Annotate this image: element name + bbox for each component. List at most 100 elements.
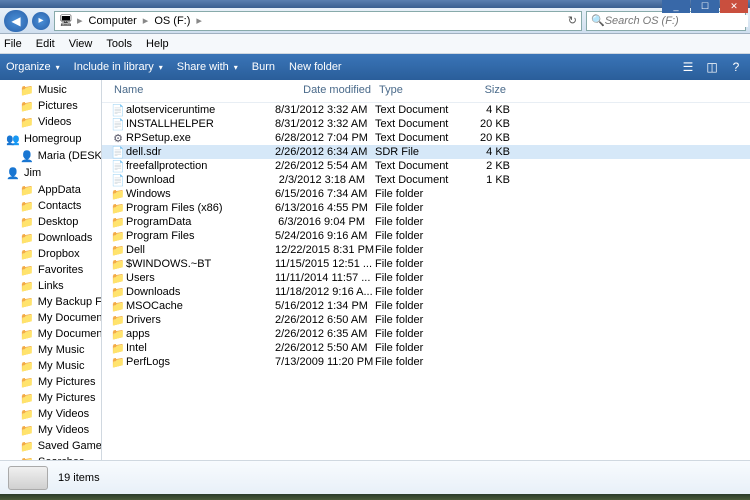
sidebar-item-mypics[interactable]: My Pictures: [0, 374, 101, 390]
burn-button[interactable]: Burn: [252, 61, 275, 73]
file-row[interactable]: Dell12/22/2015 8:31 PMFile folder: [102, 243, 750, 257]
folder-icon: [20, 311, 34, 325]
file-row[interactable]: Program Files (x86)6/13/2016 4:55 PMFile…: [102, 201, 750, 215]
file-type: File folder: [375, 188, 455, 200]
sidebar-item-mymusic[interactable]: My Music: [0, 342, 101, 358]
file-date: 6/28/2012 7:04 PM: [275, 132, 375, 144]
col-size[interactable]: Size: [455, 82, 510, 98]
new-folder-button[interactable]: New folder: [289, 61, 342, 73]
sidebar-item-maria[interactable]: Maria (DESKTOP: [0, 148, 101, 164]
file-row[interactable]: Windows6/15/2016 7:34 AMFile folder: [102, 187, 750, 201]
file-row[interactable]: $WINDOWS.~BT11/15/2015 12:51 ...File fol…: [102, 257, 750, 271]
desktop-background: [0, 494, 750, 500]
file-name: Downloads: [126, 286, 275, 298]
sidebar-item-videos[interactable]: Videos: [0, 114, 101, 130]
file-row[interactable]: Downloads11/18/2012 9:16 A...File folder: [102, 285, 750, 299]
organize-button[interactable]: Organize: [6, 61, 60, 73]
view-options-icon[interactable]: ☰: [680, 59, 696, 75]
sidebar-item-links[interactable]: Links: [0, 278, 101, 294]
file-name: ProgramData: [126, 216, 275, 228]
help-icon[interactable]: ?: [728, 59, 744, 75]
address-bar[interactable]: ▸ Computer ▸ OS (F:) ▸ ↻: [54, 11, 582, 31]
sidebar-item-mydocs2[interactable]: My Documents: [0, 326, 101, 342]
sidebar-item-contacts[interactable]: Contacts: [0, 198, 101, 214]
sidebar-item-myvids[interactable]: My Videos: [0, 406, 101, 422]
folder-icon: [20, 391, 34, 405]
file-row[interactable]: dell.sdr2/26/2012 6:34 AMSDR File4 KB: [102, 145, 750, 159]
col-name[interactable]: Name: [110, 82, 275, 98]
sidebar-group-jim[interactable]: Jim: [0, 164, 101, 182]
sidebar-item-music[interactable]: Music: [0, 82, 101, 98]
share-with-button[interactable]: Share with: [177, 61, 238, 73]
sidebar-item-myvids2[interactable]: My Videos: [0, 422, 101, 438]
folder-icon: [20, 279, 34, 293]
sidebar-item-savedgames[interactable]: Saved Games: [0, 438, 101, 454]
folder-icon: [110, 258, 126, 271]
file-type: File folder: [375, 230, 455, 242]
folder-icon: [110, 328, 126, 341]
file-name: dell.sdr: [126, 146, 275, 158]
file-icon: [110, 118, 126, 131]
maximize-button[interactable]: ☐: [691, 0, 719, 13]
preview-pane-icon[interactable]: ◫: [704, 59, 720, 75]
col-date[interactable]: Date modified: [275, 82, 375, 98]
sidebar-item-mymusic2[interactable]: My Music: [0, 358, 101, 374]
file-name: Intel: [126, 342, 275, 354]
menu-help[interactable]: Help: [146, 38, 169, 50]
file-row[interactable]: Download2/3/2012 3:18 AMText Document1 K…: [102, 173, 750, 187]
folder-icon: [110, 342, 126, 355]
sidebar-item-dropbox[interactable]: Dropbox: [0, 246, 101, 262]
file-row[interactable]: PerfLogs7/13/2009 11:20 PMFile folder: [102, 355, 750, 369]
sidebar-item-mybackup[interactable]: My Backup Files: [0, 294, 101, 310]
file-date: 11/11/2014 11:57 ...: [275, 272, 375, 284]
search-input[interactable]: [605, 15, 748, 27]
nav-bar: ◀ ▸ ▸ Computer ▸ OS (F:) ▸ ↻ 🔍: [0, 8, 750, 34]
file-row[interactable]: Users11/11/2014 11:57 ...File folder: [102, 271, 750, 285]
sidebar-item-pictures[interactable]: Pictures: [0, 98, 101, 114]
folder-icon: [110, 244, 126, 257]
menu-view[interactable]: View: [69, 38, 93, 50]
file-row[interactable]: Program Files5/24/2016 9:16 AMFile folde…: [102, 229, 750, 243]
file-type: File folder: [375, 286, 455, 298]
include-library-button[interactable]: Include in library: [74, 61, 163, 73]
sidebar-item-appdata[interactable]: AppData: [0, 182, 101, 198]
folder-icon: [20, 263, 34, 277]
folder-icon: [110, 314, 126, 327]
minimize-button[interactable]: _: [662, 0, 690, 13]
file-row[interactable]: Intel2/26/2012 5:50 AMFile folder: [102, 341, 750, 355]
sidebar-item-downloads[interactable]: Downloads: [0, 230, 101, 246]
file-row[interactable]: Drivers2/26/2012 6:50 AMFile folder: [102, 313, 750, 327]
drive-icon: [8, 466, 48, 490]
search-box[interactable]: 🔍: [586, 11, 746, 31]
file-row[interactable]: ProgramData6/3/2016 9:04 PMFile folder: [102, 215, 750, 229]
menu-tools[interactable]: Tools: [106, 38, 132, 50]
forward-button[interactable]: ▸: [32, 12, 50, 30]
sidebar-group-homegroup[interactable]: Homegroup: [0, 130, 101, 148]
breadcrumb-computer[interactable]: Computer: [87, 15, 139, 27]
sidebar-item-desktop[interactable]: Desktop: [0, 214, 101, 230]
folder-icon: [20, 439, 34, 453]
file-row[interactable]: alotserviceruntime8/31/2012 3:32 AMText …: [102, 103, 750, 117]
refresh-icon[interactable]: ↻: [568, 14, 577, 27]
file-row[interactable]: RPSetup.exe6/28/2012 7:04 PMText Documen…: [102, 131, 750, 145]
menu-file[interactable]: File: [4, 38, 22, 50]
back-button[interactable]: ◀: [4, 10, 28, 32]
file-row[interactable]: apps2/26/2012 6:35 AMFile folder: [102, 327, 750, 341]
file-row[interactable]: freefallprotection2/26/2012 5:54 AMText …: [102, 159, 750, 173]
breadcrumb-drive[interactable]: OS (F:): [152, 15, 192, 27]
file-row[interactable]: INSTALLHELPER8/31/2012 3:32 AMText Docum…: [102, 117, 750, 131]
close-button[interactable]: ✕: [720, 0, 748, 13]
folder-icon: [110, 188, 126, 201]
sidebar-item-mypics2[interactable]: My Pictures: [0, 390, 101, 406]
menu-edit[interactable]: Edit: [36, 38, 55, 50]
folder-icon: [20, 295, 34, 309]
col-type[interactable]: Type: [375, 82, 455, 98]
sidebar-item-mydocs[interactable]: My Documents: [0, 310, 101, 326]
file-name: alotserviceruntime: [126, 104, 275, 116]
sidebar-item-favorites[interactable]: Favorites: [0, 262, 101, 278]
file-row[interactable]: MSOCache5/16/2012 1:34 PMFile folder: [102, 299, 750, 313]
file-type: File folder: [375, 300, 455, 312]
file-name: INSTALLHELPER: [126, 118, 275, 130]
file-name: Users: [126, 272, 275, 284]
user-icon: [6, 166, 20, 180]
